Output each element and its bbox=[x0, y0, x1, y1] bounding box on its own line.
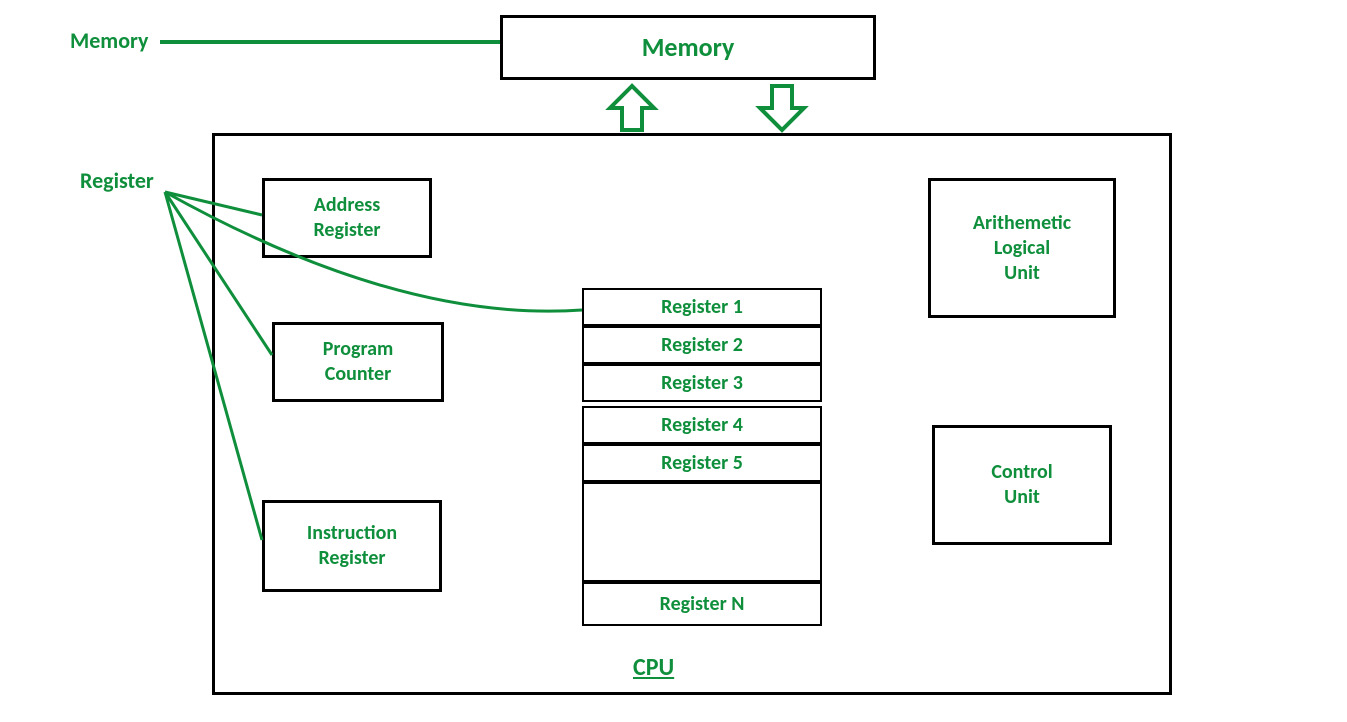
register-3-label: Register 3 bbox=[661, 371, 743, 395]
instruction-register-label: Instruction Register bbox=[307, 521, 397, 571]
register-2-label: Register 2 bbox=[661, 333, 743, 357]
register-2-row: Register 2 bbox=[582, 326, 822, 364]
alu-box: Arithemetic Logical Unit bbox=[928, 178, 1116, 318]
address-register-label: Address Register bbox=[313, 193, 380, 243]
control-unit-box: Control Unit bbox=[932, 425, 1112, 545]
memory-box-label: Memory bbox=[642, 31, 735, 64]
memory-external-label: Memory bbox=[70, 27, 148, 54]
instruction-register-box: Instruction Register bbox=[262, 500, 442, 592]
register-5-row: Register 5 bbox=[582, 444, 822, 482]
register-1-row: Register 1 bbox=[582, 288, 822, 326]
register-3-row: Register 3 bbox=[582, 364, 822, 402]
cpu-label: CPU bbox=[633, 653, 674, 682]
register-4-row: Register 4 bbox=[582, 406, 822, 444]
arrow-up-icon bbox=[610, 86, 654, 130]
register-n-row: Register N bbox=[582, 582, 822, 626]
register-5-label: Register 5 bbox=[661, 451, 743, 475]
program-counter-box: Program Counter bbox=[272, 322, 444, 402]
register-4-label: Register 4 bbox=[661, 413, 743, 437]
memory-box: Memory bbox=[500, 15, 876, 80]
register-gap-row bbox=[582, 482, 822, 582]
address-register-box: Address Register bbox=[262, 178, 432, 258]
control-unit-label: Control Unit bbox=[991, 460, 1052, 510]
register-external-label: Register bbox=[80, 167, 154, 194]
program-counter-label: Program Counter bbox=[323, 337, 394, 387]
register-1-label: Register 1 bbox=[661, 295, 743, 319]
register-n-label: Register N bbox=[660, 592, 745, 616]
arrow-down-icon bbox=[760, 86, 804, 130]
alu-label: Arithemetic Logical Unit bbox=[973, 211, 1071, 286]
